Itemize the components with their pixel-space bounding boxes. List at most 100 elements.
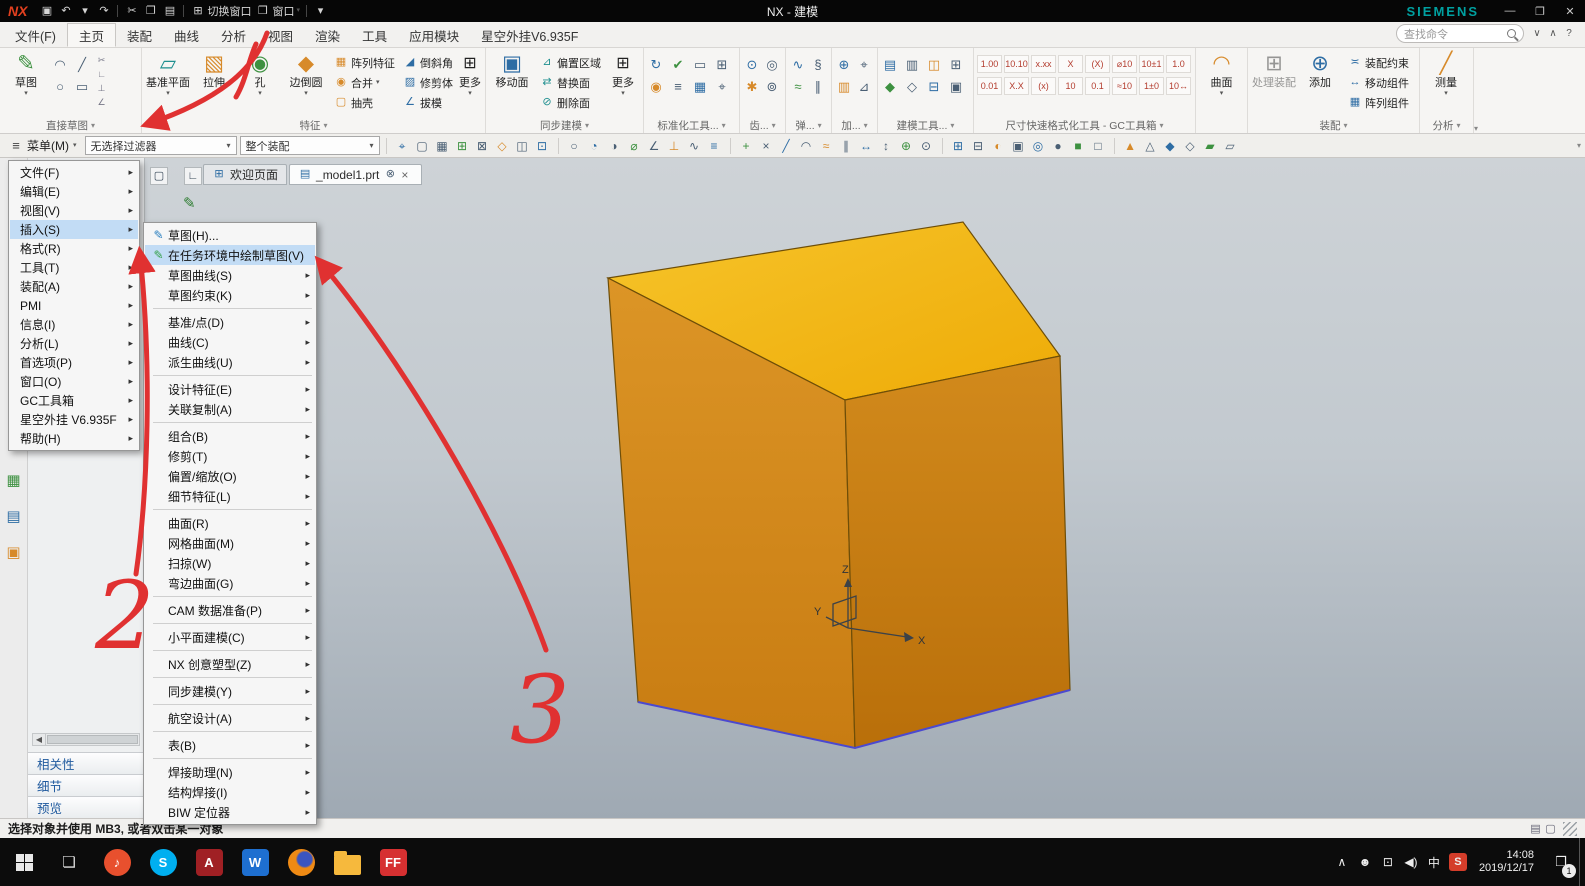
cut-icon[interactable]: ✂ xyxy=(124,4,139,19)
redo-icon[interactable]: ↷ xyxy=(96,4,111,19)
dim-format-icon[interactable]: x.xx xyxy=(1031,55,1056,73)
modeling-tool-2-icon[interactable]: ▥ xyxy=(903,55,921,73)
menu-button[interactable]: ≡ 菜单(M) ▾ xyxy=(4,136,82,156)
draft-button[interactable]: ∠ 拔模▾ xyxy=(400,93,456,112)
menu-item[interactable]: 插入(S) ▸ xyxy=(10,220,138,239)
modeling-tool-6-icon[interactable]: ◇ xyxy=(903,77,921,95)
submenu-item[interactable]: 设计特征(E) ▸ xyxy=(145,379,315,399)
spring-curve-icon[interactable]: ≈ xyxy=(789,77,807,95)
qat-customize-icon[interactable]: ▾ xyxy=(313,4,328,19)
spring-axis-icon[interactable]: ∥ xyxy=(809,77,827,95)
dark-theme-icon[interactable]: ▰ xyxy=(1201,136,1220,155)
modeling-tool-8-icon[interactable]: ▣ xyxy=(947,77,965,95)
check-standard-icon[interactable]: ✔ xyxy=(669,55,687,73)
dimension-tool-icon[interactable]: ⊥ xyxy=(95,82,108,95)
assembly-constraints-button[interactable]: ≍ 装配约束 xyxy=(1345,53,1412,72)
group-label-synchronous[interactable]: 同步建模 ▾ xyxy=(489,118,640,133)
vertical-tool-icon[interactable]: ↕ xyxy=(877,136,896,155)
tray-expand-icon[interactable]: ∧ xyxy=(1331,842,1353,882)
action-center-button[interactable]: ❒ 1 xyxy=(1543,841,1579,883)
help-icon[interactable]: ? xyxy=(1561,26,1577,42)
sketch-float-icon[interactable]: ✎ xyxy=(183,194,196,212)
render-style-icon[interactable]: ● xyxy=(1049,136,1068,155)
task-view-button[interactable]: ❏ xyxy=(48,838,90,886)
constraint-navigator-icon[interactable]: ▤ xyxy=(4,506,24,526)
shell-button[interactable]: ▢ 抽壳▾ xyxy=(331,93,398,112)
refresh-standard-icon[interactable]: ↻ xyxy=(647,55,665,73)
highlight-select-icon[interactable]: ◇ xyxy=(493,136,512,155)
group-label-features[interactable]: 特征 ▾ xyxy=(145,118,482,133)
submenu-item[interactable]: ▸ xyxy=(153,650,312,651)
submenu-item[interactable]: ▸ xyxy=(153,509,312,510)
selection-filter-combo[interactable]: 无选择过滤器 ▾ xyxy=(84,136,237,155)
offset-point-icon[interactable]: ⊕ xyxy=(897,136,916,155)
sketch-button[interactable]: ✎ 草图 ▾ xyxy=(3,49,49,98)
submenu-item[interactable]: 焊接助理(N) ▸ xyxy=(145,762,315,782)
machining-prep-icon[interactable]: ⊕ xyxy=(835,55,853,73)
start-button[interactable] xyxy=(0,838,48,886)
close-button[interactable]: ✕ xyxy=(1555,0,1585,22)
dim-format-icon[interactable]: 1.00 xyxy=(977,55,1002,73)
tab-assembly[interactable]: 装配 xyxy=(116,23,163,47)
tab-view[interactable]: 视图 xyxy=(257,23,304,47)
component-select-icon[interactable]: ◫ xyxy=(513,136,532,155)
pattern-component-button[interactable]: ▦ 阵列组件 xyxy=(1345,93,1412,112)
group-label-gear[interactable]: 齿... ▾ xyxy=(743,118,782,133)
modeling-tool-1-icon[interactable]: ▤ xyxy=(881,55,899,73)
menu-item[interactable]: PMI ▸ xyxy=(10,296,138,315)
move-component-button[interactable]: ↔ 移动组件 xyxy=(1345,73,1412,92)
dim-format-icon[interactable]: (x) xyxy=(1031,77,1056,95)
taskbar-app-music[interactable]: ♪ xyxy=(94,838,140,886)
submenu-item[interactable]: 同步建模(Y) ▸ xyxy=(145,681,315,701)
submenu-item[interactable]: 偏置/缩放(O) ▸ xyxy=(145,466,315,486)
matrix-tool-icon[interactable]: ▦ xyxy=(691,77,709,95)
selection-box-icon[interactable]: ▢ xyxy=(1543,822,1558,837)
menu-item[interactable]: 编辑(E) ▸ xyxy=(10,182,138,201)
submenu-item[interactable]: NX 创意塑型(Z) ▸ xyxy=(145,654,315,674)
menu-item[interactable]: 格式(R) ▸ xyxy=(10,239,138,258)
submenu-item[interactable]: 结构焊接(I) ▸ xyxy=(145,782,315,802)
pattern-feature-button[interactable]: ▦ 阵列特征▾ xyxy=(331,53,398,72)
cube-solid[interactable] xyxy=(606,221,1071,750)
move-face-button[interactable]: ▣ 移动面 xyxy=(489,49,535,90)
selbar-overflow-caret-icon[interactable]: ▾ xyxy=(1577,141,1581,150)
menu-item[interactable]: 文件(F) ▸ xyxy=(10,163,138,182)
tab-render[interactable]: 渲染 xyxy=(304,23,351,47)
command-search-input[interactable]: 查找命令 xyxy=(1396,24,1524,43)
window-select-icon[interactable]: ⊞ xyxy=(453,136,472,155)
submenu-item[interactable]: ✎ 在任务环境中绘制草图(V) ▸ xyxy=(145,245,315,265)
surface-button[interactable]: ◠ 曲面 ▾ xyxy=(1199,49,1244,98)
measure-button[interactable]: ╱ 测量 ▾ xyxy=(1423,49,1469,98)
submenu-item[interactable]: ▸ xyxy=(153,677,312,678)
dim-format-icon[interactable]: 0.01 xyxy=(977,77,1002,95)
angle-snap-icon[interactable]: ∠ xyxy=(645,136,664,155)
menu-item[interactable]: 首选项(P) ▸ xyxy=(10,353,138,372)
dim-format-icon[interactable]: X xyxy=(1058,55,1083,73)
menu-item[interactable]: 窗口(O) ▸ xyxy=(10,372,138,391)
locate-tool-icon[interactable]: ⌖ xyxy=(713,77,731,95)
spring-tool-icon[interactable]: ∿ xyxy=(789,55,807,73)
submenu-item[interactable]: ▸ xyxy=(153,704,312,705)
graphics-window[interactable]: Z X Y ▢ ∟ ✎ ⊞ 欢迎页面 ▤ _model1.prt ⊗ × xyxy=(145,158,1585,818)
submenu-item[interactable]: 修剪(T) ▸ xyxy=(145,446,315,466)
minimize-ribbon-icon[interactable]: ∧ xyxy=(1545,26,1561,42)
intersection-point-icon[interactable]: × xyxy=(757,136,776,155)
face-select-icon[interactable]: ⊡ xyxy=(533,136,552,155)
concentric-tool-icon[interactable]: ⊙ xyxy=(917,136,936,155)
tab-analysis[interactable]: 分析 xyxy=(210,23,257,47)
taskbar-clock[interactable]: 14:08 2019/12/17 xyxy=(1470,849,1543,875)
part-navigator-icon[interactable]: ▣ xyxy=(4,542,24,562)
show-desktop-button[interactable] xyxy=(1579,838,1585,886)
taskbar-app-firefox[interactable] xyxy=(278,838,324,886)
target-tool-icon[interactable]: ◉ xyxy=(647,77,665,95)
submenu-item[interactable]: ▸ xyxy=(153,596,312,597)
tray-volume-icon[interactable]: ◀) xyxy=(1400,842,1422,882)
menu-item[interactable]: GC工具箱 ▸ xyxy=(10,391,138,410)
edge-blend-button[interactable]: ◆ 边倒圆 ▾ xyxy=(283,49,329,98)
dim-format-icon[interactable]: 10 xyxy=(1058,77,1083,95)
submenu-item[interactable]: 细节特征(L) ▸ xyxy=(145,486,315,506)
sheet-display-icon[interactable]: ◇ xyxy=(1181,136,1200,155)
gear-info-icon[interactable]: ⊚ xyxy=(763,77,781,95)
taskbar-app-adobe[interactable]: A xyxy=(186,838,232,886)
clipboard-icon[interactable]: ▤ xyxy=(1528,822,1543,837)
